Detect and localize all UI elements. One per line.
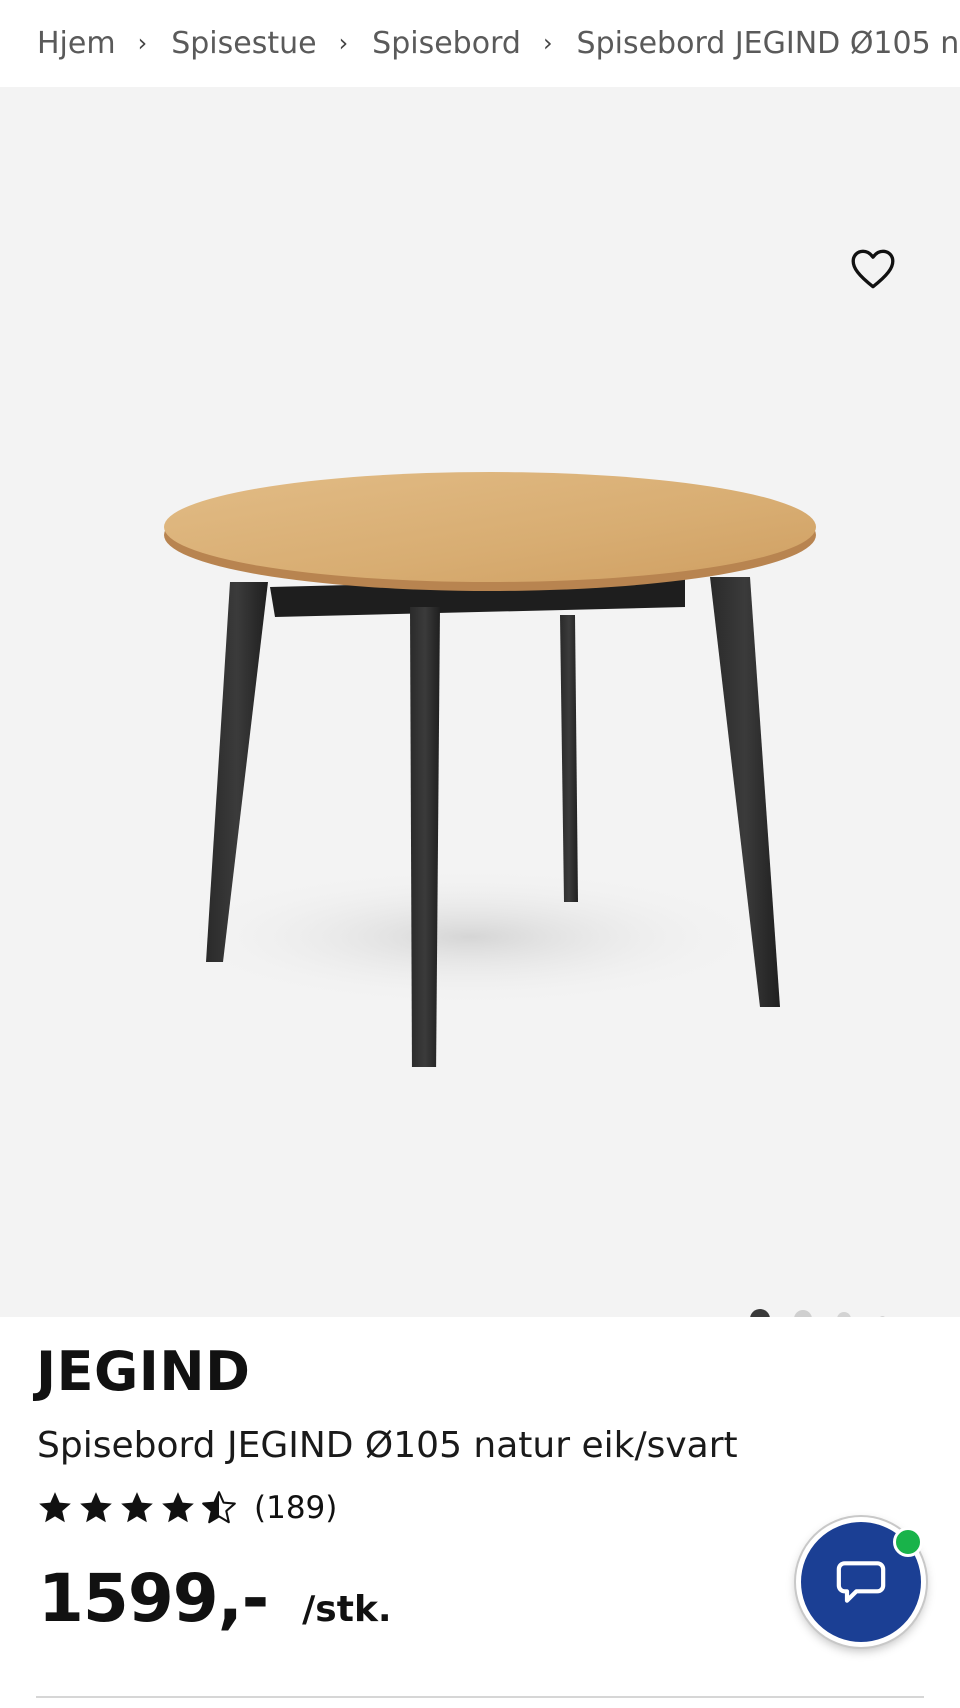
star-filled-icon bbox=[162, 1492, 194, 1523]
product-brand: JEGIND bbox=[36, 1340, 251, 1403]
breadcrumb-spisestue[interactable]: Spisestue bbox=[171, 26, 316, 61]
chevron-right-icon: › bbox=[137, 28, 148, 57]
price-value: 1599,- bbox=[38, 1560, 269, 1637]
gallery-pagination bbox=[740, 1307, 900, 1317]
product-title: Spisebord JEGIND Ø105 natur eik/svart bbox=[37, 1425, 738, 1466]
product-image[interactable] bbox=[140, 467, 830, 1077]
star-filled-icon bbox=[39, 1492, 71, 1523]
divider bbox=[36, 1696, 924, 1698]
star-filled-icon bbox=[121, 1492, 153, 1523]
breadcrumb-home[interactable]: Hjem bbox=[37, 26, 116, 61]
rating-stars bbox=[36, 1489, 238, 1527]
star-filled-icon bbox=[80, 1492, 112, 1523]
gallery-dot-active[interactable] bbox=[750, 1309, 770, 1317]
star-half-icon bbox=[202, 1491, 236, 1524]
price-unit: /stk. bbox=[302, 1589, 392, 1630]
breadcrumb: Hjem › Spisestue › Spisebord › Spisebord… bbox=[0, 0, 960, 87]
gallery-dot[interactable] bbox=[879, 1316, 886, 1317]
gallery-dot[interactable] bbox=[794, 1310, 812, 1317]
chevron-right-icon: › bbox=[542, 28, 553, 57]
chat-bubble-icon bbox=[836, 1561, 886, 1603]
online-status-indicator bbox=[893, 1527, 923, 1557]
breadcrumb-current: Spisebord JEGIND Ø105 natur eik/svart bbox=[576, 26, 957, 61]
product-gallery[interactable] bbox=[0, 87, 960, 1317]
gallery-dot[interactable] bbox=[837, 1312, 851, 1317]
product-price: 1599,- /stk. bbox=[38, 1560, 392, 1637]
product-rating[interactable]: (189) bbox=[36, 1485, 337, 1531]
chevron-right-icon: › bbox=[338, 28, 349, 57]
heart-icon[interactable] bbox=[848, 244, 898, 294]
review-count[interactable]: (189) bbox=[254, 1490, 337, 1526]
breadcrumb-spisebord[interactable]: Spisebord bbox=[372, 26, 521, 61]
